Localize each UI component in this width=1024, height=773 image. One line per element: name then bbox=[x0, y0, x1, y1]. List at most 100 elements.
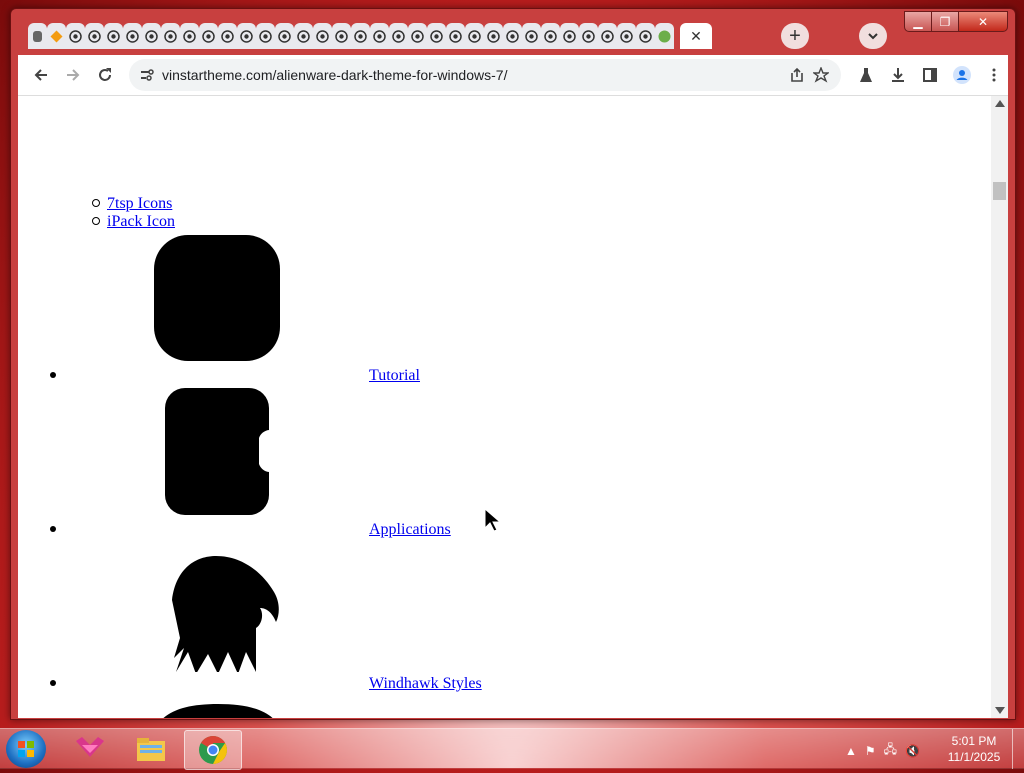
downloads-button[interactable] bbox=[884, 61, 912, 89]
browser-tab[interactable] bbox=[313, 23, 332, 49]
taskbar-chrome[interactable] bbox=[184, 730, 242, 770]
browser-tab[interactable] bbox=[579, 23, 598, 49]
action-center-flag-icon[interactable]: ⚑ bbox=[865, 744, 876, 758]
browser-tab[interactable] bbox=[408, 23, 427, 49]
active-browser-tab[interactable]: ✕ bbox=[680, 23, 712, 49]
close-button[interactable]: ✕ bbox=[958, 11, 1008, 32]
clock-date: 11/1/2025 bbox=[947, 750, 1001, 764]
profile-button[interactable] bbox=[948, 61, 976, 89]
chrome-favicon-icon bbox=[202, 29, 215, 43]
system-tray: ▲ ⚑ 🖧 🔇 bbox=[845, 740, 920, 761]
chrome-favicon-icon bbox=[126, 29, 139, 43]
volume-muted-icon[interactable]: 🔇 bbox=[905, 744, 920, 758]
browser-tab[interactable] bbox=[389, 23, 408, 49]
new-tab-button[interactable]: + bbox=[781, 23, 809, 49]
browser-tab[interactable] bbox=[123, 23, 142, 49]
chrome-favicon-icon bbox=[449, 29, 462, 43]
browser-tab[interactable] bbox=[142, 23, 161, 49]
chrome-favicon-icon bbox=[297, 29, 310, 43]
scroll-up-icon[interactable] bbox=[995, 100, 1005, 107]
browser-tab[interactable] bbox=[218, 23, 237, 49]
browser-tab[interactable] bbox=[104, 23, 123, 49]
chrome-favicon-icon bbox=[620, 29, 633, 43]
menu-button[interactable] bbox=[980, 61, 1008, 89]
chrome-favicon-icon bbox=[259, 29, 272, 43]
scroll-thumb[interactable] bbox=[993, 182, 1006, 200]
eagle-icon bbox=[172, 556, 279, 672]
side-panel-button[interactable] bbox=[916, 61, 944, 89]
chrome-favicon-icon bbox=[145, 29, 158, 43]
rounded-square-icon bbox=[154, 235, 280, 361]
tab-close-icon[interactable]: ✕ bbox=[690, 28, 702, 45]
menu-link-tutorial[interactable]: Tutorial bbox=[369, 367, 420, 385]
browser-tab[interactable] bbox=[446, 23, 465, 49]
browser-tab[interactable] bbox=[617, 23, 636, 49]
chrome-favicon-icon bbox=[107, 29, 120, 43]
list-bullet bbox=[50, 526, 56, 532]
start-button[interactable] bbox=[6, 730, 46, 768]
site-info-icon[interactable] bbox=[139, 67, 155, 83]
browser-tab[interactable] bbox=[85, 23, 104, 49]
avatar-icon bbox=[953, 66, 971, 84]
link-7tsp-icons[interactable]: 7tsp Icons bbox=[107, 195, 172, 213]
chrome-favicon-icon bbox=[563, 29, 576, 43]
menu-link-applications[interactable]: Applications bbox=[369, 521, 451, 539]
download-icon bbox=[892, 68, 904, 82]
link-ipack-icon[interactable]: iPack Icon bbox=[107, 213, 175, 231]
browser-tab[interactable] bbox=[503, 23, 522, 49]
back-button[interactable] bbox=[27, 61, 55, 89]
browser-tab[interactable] bbox=[47, 23, 66, 49]
browser-tab[interactable] bbox=[370, 23, 389, 49]
show-hidden-icons-icon[interactable]: ▲ bbox=[845, 744, 857, 758]
minimize-button[interactable]: ▁ bbox=[904, 11, 932, 32]
taskbar-file-explorer[interactable] bbox=[123, 730, 179, 768]
address-bar[interactable]: vinstartheme.com/alienware-dark-theme-fo… bbox=[129, 59, 841, 91]
menu-link-windhawk-styles[interactable]: Windhawk Styles bbox=[369, 675, 482, 693]
maximize-icon: ❐ bbox=[939, 14, 951, 29]
reload-icon bbox=[99, 68, 111, 81]
vertical-scrollbar[interactable] bbox=[991, 96, 1008, 718]
browser-tab[interactable] bbox=[237, 23, 256, 49]
browser-tab[interactable] bbox=[180, 23, 199, 49]
scroll-down-icon[interactable] bbox=[995, 707, 1005, 714]
application-shape-icon bbox=[165, 388, 269, 515]
browser-tab[interactable] bbox=[199, 23, 218, 49]
browser-tab[interactable] bbox=[66, 23, 85, 49]
browser-tab[interactable] bbox=[541, 23, 560, 49]
browser-tab[interactable] bbox=[522, 23, 541, 49]
labs-button[interactable] bbox=[852, 61, 880, 89]
browser-tab[interactable] bbox=[427, 23, 446, 49]
browser-tab[interactable] bbox=[332, 23, 351, 49]
tab-search-button[interactable] bbox=[859, 23, 887, 49]
share-icon[interactable] bbox=[789, 67, 805, 83]
browser-tab[interactable] bbox=[28, 23, 47, 49]
bookmark-star-icon[interactable] bbox=[813, 67, 829, 83]
browser-tab[interactable] bbox=[560, 23, 579, 49]
browser-tab[interactable] bbox=[256, 23, 275, 49]
forward-button[interactable] bbox=[59, 61, 87, 89]
browser-tab[interactable] bbox=[655, 23, 674, 49]
browser-tab[interactable] bbox=[598, 23, 617, 49]
maximize-button[interactable]: ❐ bbox=[931, 11, 959, 32]
browser-tab[interactable] bbox=[636, 23, 655, 49]
taskbar-paint-app[interactable] bbox=[62, 730, 118, 768]
browser-tab[interactable] bbox=[351, 23, 370, 49]
chrome-favicon-icon bbox=[487, 29, 500, 43]
reload-button[interactable] bbox=[91, 61, 119, 89]
browser-tab[interactable] bbox=[294, 23, 313, 49]
flask-icon bbox=[860, 68, 872, 82]
chrome-favicon-icon bbox=[544, 29, 557, 43]
kebab-menu-icon bbox=[992, 68, 996, 82]
browser-tab[interactable] bbox=[465, 23, 484, 49]
chrome-favicon-icon bbox=[373, 29, 386, 43]
network-icon[interactable]: 🖧 bbox=[884, 740, 897, 761]
paint-app-icon bbox=[76, 737, 104, 757]
browser-tab[interactable] bbox=[275, 23, 294, 49]
browser-tab[interactable] bbox=[161, 23, 180, 49]
browser-tab[interactable] bbox=[484, 23, 503, 49]
show-desktop-button[interactable] bbox=[1012, 729, 1024, 769]
chrome-favicon-icon bbox=[582, 29, 595, 43]
list-bullet-circle bbox=[92, 217, 100, 225]
chrome-favicon-icon bbox=[221, 29, 234, 43]
taskbar-clock[interactable]: 5:01 PM 11/1/2025 bbox=[944, 733, 1004, 765]
